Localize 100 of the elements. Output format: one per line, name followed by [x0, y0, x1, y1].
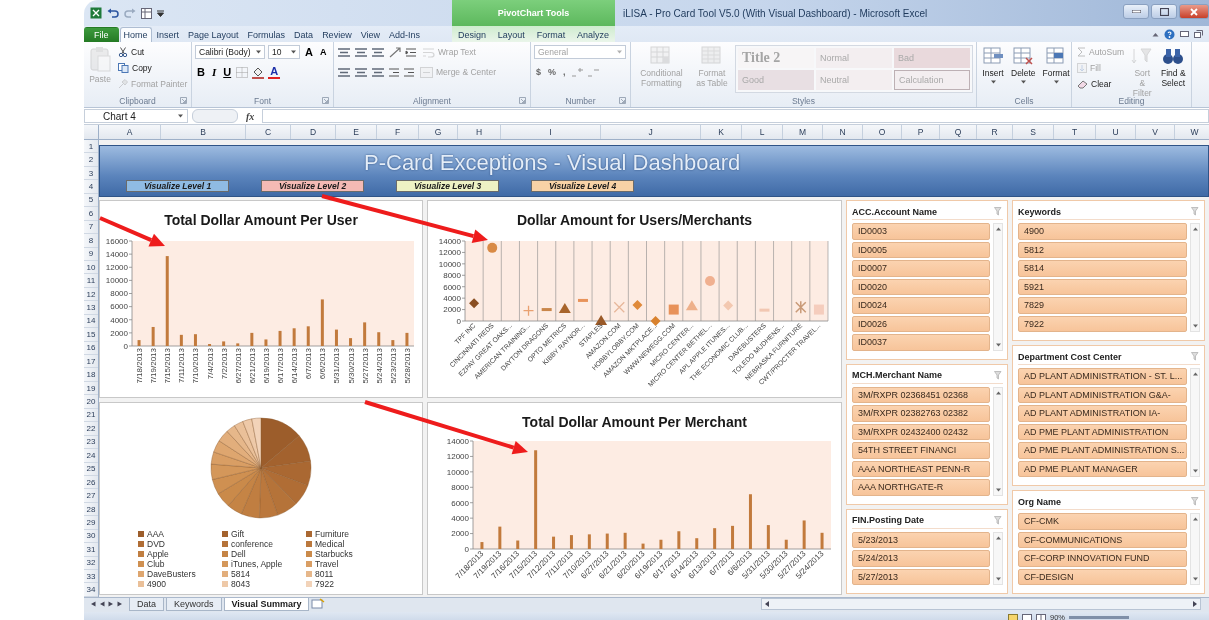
slicer-item[interactable]: CF-CMK — [1018, 513, 1187, 530]
row-header[interactable]: 29 — [84, 516, 98, 530]
column-header[interactable]: J — [601, 125, 701, 139]
format-button[interactable]: Format — [1040, 45, 1072, 94]
row-header[interactable]: 33 — [84, 570, 98, 584]
horizontal-scrollbar[interactable] — [761, 598, 1201, 610]
slicer-item[interactable]: 7829 — [1018, 297, 1187, 314]
row-header[interactable]: 11 — [84, 274, 98, 288]
row-header[interactable]: 22 — [84, 422, 98, 436]
level-button[interactable]: Visualize Level 4 — [531, 180, 634, 192]
customize-toolbar-icon[interactable] — [157, 9, 164, 17]
row-header[interactable]: 5 — [84, 193, 98, 208]
column-header[interactable]: C — [246, 125, 291, 139]
slicer-item[interactable]: CF-COMMUNICATIONS — [1018, 531, 1187, 548]
row-header[interactable]: 15 — [84, 328, 98, 342]
column-header[interactable]: B — [161, 125, 246, 139]
ribbon-tab[interactable]: Design — [453, 27, 490, 42]
slicer-item[interactable]: AD PLANT ADMINISTRATION IA- — [1018, 405, 1187, 422]
comma-button[interactable]: , — [561, 65, 568, 79]
column-header[interactable]: T — [1054, 125, 1096, 139]
level-button[interactable]: Visualize Level 1 — [126, 180, 229, 192]
row-header[interactable]: 1 — [84, 140, 98, 154]
bold-button[interactable]: B — [195, 65, 207, 79]
dialog-launcher-icon[interactable] — [322, 97, 329, 104]
slicer-item[interactable]: ID0020 — [852, 278, 990, 295]
table-icon[interactable] — [141, 7, 152, 19]
ribbon-tab[interactable]: View — [356, 27, 384, 42]
clear-button[interactable]: Clear — [1075, 77, 1126, 91]
text-orientation-icon[interactable] — [388, 46, 402, 58]
ribbon-tab[interactable]: Format — [532, 27, 570, 42]
sheet-tab[interactable]: Keywords — [166, 598, 222, 611]
currency-button[interactable]: $ — [534, 65, 543, 79]
column-header[interactable]: R — [977, 125, 1013, 139]
percent-button[interactable]: % — [546, 65, 559, 79]
dialog-launcher-icon[interactable] — [519, 97, 526, 104]
dialog-launcher-icon[interactable] — [180, 97, 187, 104]
scroll-bar[interactable] — [1190, 513, 1200, 585]
slicer-item[interactable]: 5812 — [1018, 241, 1187, 258]
align-left-icon[interactable] — [337, 66, 351, 78]
slicer-item[interactable]: AD PME PLANT ADMINISTRATION S... — [1018, 442, 1187, 459]
column-header[interactable]: U — [1096, 125, 1136, 139]
ribbon-tab[interactable]: Home — [119, 27, 152, 42]
slicer-item[interactable]: ID0003 — [852, 223, 990, 240]
row-header[interactable]: 16 — [84, 341, 98, 355]
column-header[interactable]: H — [458, 125, 501, 139]
column-header[interactable]: N — [823, 125, 863, 139]
spreadsheet-icon[interactable] — [90, 7, 102, 19]
slicer-item[interactable]: 3M/RXPR 02368451 02368 — [852, 386, 990, 403]
row-header[interactable]: 4 — [84, 180, 98, 194]
slicer-item[interactable]: 7922 — [1018, 315, 1187, 332]
column-header[interactable]: S — [1013, 125, 1054, 139]
column-header[interactable]: L — [742, 125, 783, 139]
column-header[interactable]: W — [1175, 125, 1209, 139]
column-header[interactable]: M — [783, 125, 823, 139]
row-header[interactable]: 27 — [84, 489, 98, 503]
top-align-icon[interactable] — [337, 46, 351, 58]
slicer-item[interactable]: ID0024 — [852, 297, 990, 314]
level-button[interactable]: Visualize Level 3 — [396, 180, 499, 192]
slicer-item[interactable]: 5/27/2013 — [852, 568, 990, 585]
scroll-bar[interactable] — [1190, 368, 1200, 477]
row-header[interactable]: 6 — [84, 207, 98, 221]
middle-align-icon[interactable] — [354, 46, 368, 58]
row-header[interactable]: 18 — [84, 368, 98, 382]
slicer-item[interactable]: AAA NORTHEAST PENN-R — [852, 460, 990, 477]
increase-indent-icon[interactable] — [403, 66, 415, 78]
row-header[interactable]: 8 — [84, 234, 98, 248]
help-icon[interactable] — [1164, 28, 1175, 40]
slicer-item[interactable]: AD PLANT ADMINISTRATION G&A- — [1018, 386, 1187, 403]
ribbon-tab[interactable]: File — [84, 27, 119, 42]
slicer-item[interactable]: 3M/RXPR 02382763 02382 — [852, 405, 990, 422]
insert-function-button[interactable]: fx — [242, 110, 259, 122]
font-size-field[interactable]: 10 — [268, 45, 300, 59]
close-button[interactable] — [1179, 4, 1209, 19]
slicer-item[interactable]: 5/23/2013 — [852, 531, 990, 548]
collapse-ribbon-icon[interactable] — [1152, 31, 1159, 37]
row-header[interactable]: 10 — [84, 260, 98, 275]
column-header[interactable]: Q — [940, 125, 977, 139]
window-restore-icon[interactable] — [1194, 30, 1203, 38]
restore-window-icon[interactable] — [1180, 31, 1189, 37]
row-header[interactable]: 26 — [84, 475, 98, 490]
column-header[interactable]: V — [1136, 125, 1175, 139]
row-header[interactable]: 2 — [84, 153, 98, 167]
row-header[interactable]: 23 — [84, 435, 98, 450]
row-header[interactable]: 9 — [84, 247, 98, 261]
ribbon-tab[interactable]: Layout — [493, 27, 529, 42]
row-header[interactable]: 3 — [84, 166, 98, 181]
new-sheet-icon[interactable] — [311, 598, 326, 609]
slicer-item[interactable]: ID0037 — [852, 334, 990, 351]
dialog-launcher-icon[interactable] — [619, 97, 626, 104]
page-break-view-icon[interactable] — [1036, 613, 1046, 620]
ribbon-tab[interactable]: Page Layout — [184, 27, 243, 42]
column-header[interactable]: F — [377, 125, 419, 139]
slicer-item[interactable]: AD PME PLANT MANAGER — [1018, 460, 1187, 477]
column-header[interactable]: P — [902, 125, 940, 139]
row-header[interactable]: 14 — [84, 314, 98, 329]
row-header[interactable]: 32 — [84, 556, 98, 570]
formula-field[interactable] — [262, 109, 1209, 123]
row-header[interactable]: 7 — [84, 220, 98, 235]
maximize-button[interactable] — [1151, 4, 1177, 19]
undo-icon[interactable] — [107, 8, 119, 18]
